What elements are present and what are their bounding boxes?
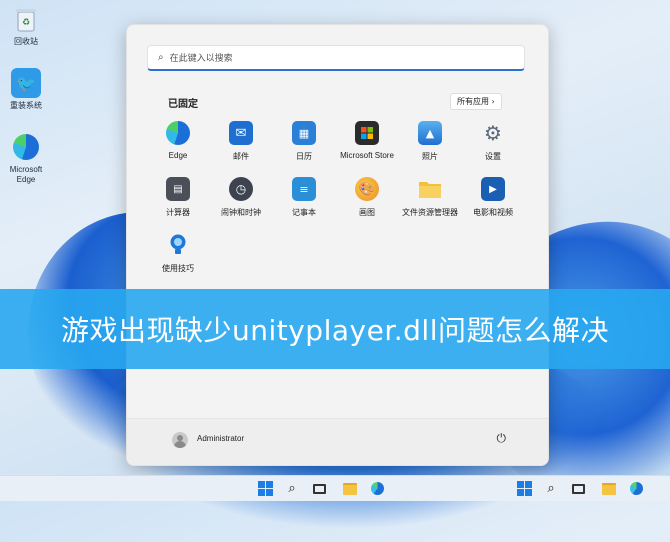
svg-text:♻: ♻ xyxy=(22,18,30,28)
app-label: 使用技巧 xyxy=(162,264,194,273)
video-icon: ▶ xyxy=(481,177,505,201)
edge-icon xyxy=(11,132,41,162)
desktop-icon-label: 回收站 xyxy=(14,37,38,46)
desktop-icon-edge[interactable]: Microsoft Edge xyxy=(4,132,48,185)
username-label[interactable]: Administrator xyxy=(197,434,244,443)
desktop-icon-reinstall[interactable]: 🐦 重装系统 xyxy=(4,68,48,111)
banner-title: 游戏出现缺少unityplayer.dll问题怎么解决 xyxy=(60,314,609,347)
app-label: 闹钟和时钟 xyxy=(221,208,261,217)
app-label: 电影和视频 xyxy=(473,208,513,217)
all-apps-button[interactable]: 所有应用 › xyxy=(450,93,502,110)
power-icon[interactable]: ⏻ xyxy=(497,431,507,446)
windows-start-icon[interactable] xyxy=(256,480,274,497)
desktop-icon-recycle-bin[interactable]: ♻ 回收站 xyxy=(4,4,48,47)
pinned-app-edge[interactable]: Edge xyxy=(147,121,209,160)
start-menu: ⌕ 在此键入以搜索 已固定 所有应用 › Edge ✉ 邮件 ▦ 日历 Micr… xyxy=(126,24,549,466)
paint-icon: 🎨 xyxy=(355,177,379,201)
pinned-app-settings[interactable]: ⚙ 设置 xyxy=(462,121,524,162)
clock-icon: ◷ xyxy=(229,177,253,201)
search-icon: ⌕ xyxy=(158,52,164,63)
mail-icon: ✉ xyxy=(229,121,253,145)
edge-icon[interactable] xyxy=(368,480,386,497)
folder-icon xyxy=(418,177,442,201)
pinned-app-file-explorer[interactable]: 文件资源管理器 xyxy=(392,177,468,218)
pinned-app-clock[interactable]: ◷ 闹钟和时钟 xyxy=(210,177,272,218)
user-bar: Administrator ⏻ xyxy=(127,418,548,465)
taskbar: ⌕ ⌕ xyxy=(0,475,670,501)
app-label: 邮件 xyxy=(233,152,249,161)
pinned-app-tips[interactable]: 使用技巧 xyxy=(147,233,209,274)
windows-start-icon[interactable] xyxy=(515,480,533,497)
app-label: 照片 xyxy=(422,152,438,161)
edge-icon xyxy=(166,121,190,145)
pinned-heading: 已固定 xyxy=(168,99,198,110)
task-view-icon[interactable] xyxy=(310,480,328,497)
app-label: Edge xyxy=(168,151,188,160)
pinned-app-notepad[interactable]: ≡ 记事本 xyxy=(273,177,335,218)
pinned-app-movies[interactable]: ▶ 电影和视频 xyxy=(462,177,524,218)
app-label: 记事本 xyxy=(292,208,316,217)
search-icon[interactable]: ⌕ xyxy=(542,480,560,497)
user-avatar[interactable] xyxy=(172,432,188,448)
bird-app-icon: 🐦 xyxy=(11,68,41,98)
file-explorer-icon[interactable] xyxy=(341,480,359,497)
pinned-app-photos[interactable]: ▲ 照片 xyxy=(399,121,461,162)
desktop-icon-label: Microsoft Edge xyxy=(9,165,43,184)
edge-icon[interactable] xyxy=(627,480,645,497)
store-icon xyxy=(355,121,379,145)
search-input[interactable]: ⌕ 在此键入以搜索 xyxy=(147,45,525,71)
pinned-app-calendar[interactable]: ▦ 日历 xyxy=(273,121,335,162)
search-placeholder: 在此键入以搜索 xyxy=(169,53,233,63)
app-label: 日历 xyxy=(296,152,312,161)
pinned-app-mail[interactable]: ✉ 邮件 xyxy=(210,121,272,162)
gear-icon: ⚙ xyxy=(484,121,502,145)
app-label: Microsoft Store xyxy=(340,151,394,160)
task-view-icon[interactable] xyxy=(569,480,587,497)
app-label: 画图 xyxy=(359,208,375,217)
calendar-icon: ▦ xyxy=(292,121,316,145)
pinned-app-calculator[interactable]: ▤ 计算器 xyxy=(147,177,209,218)
notepad-icon: ≡ xyxy=(292,177,316,201)
photos-icon: ▲ xyxy=(418,121,442,145)
calculator-icon: ▤ xyxy=(166,177,190,201)
recycle-bin-icon: ♻ xyxy=(11,4,41,34)
pinned-app-store[interactable]: Microsoft Store xyxy=(329,121,405,160)
desktop-icon-label: 重装系统 xyxy=(10,101,42,110)
app-label: 文件资源管理器 xyxy=(402,208,458,217)
app-label: 设置 xyxy=(485,152,501,161)
tips-icon xyxy=(166,233,190,257)
app-label: 计算器 xyxy=(166,208,190,217)
title-banner: 游戏出现缺少unityplayer.dll问题怎么解决 xyxy=(0,289,670,369)
file-explorer-icon[interactable] xyxy=(600,480,618,497)
pinned-app-paint[interactable]: 🎨 画图 xyxy=(336,177,398,218)
search-icon[interactable]: ⌕ xyxy=(283,480,301,497)
